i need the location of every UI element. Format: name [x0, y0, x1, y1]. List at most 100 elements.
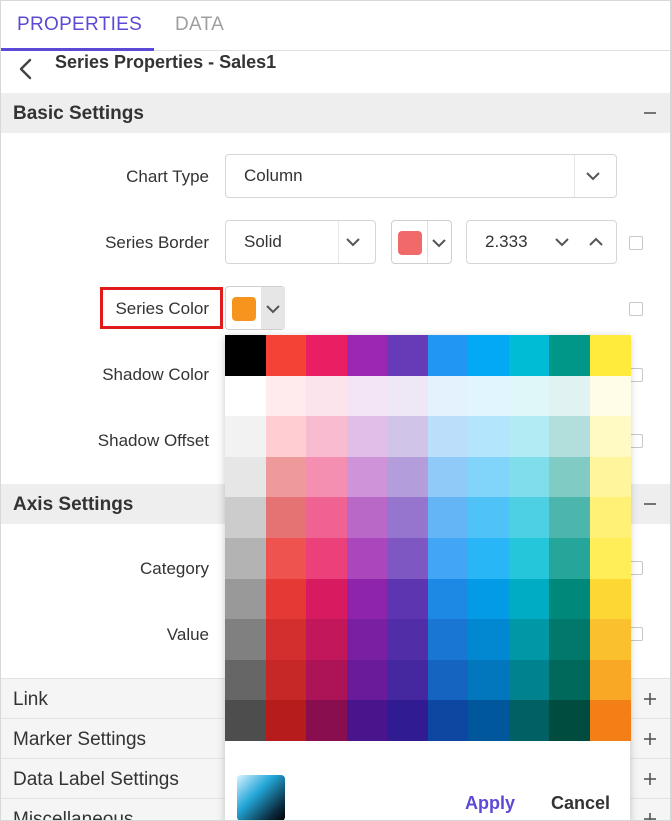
palette-swatch[interactable] [427, 416, 469, 458]
palette-swatch[interactable] [387, 700, 428, 742]
plus-icon[interactable] [642, 771, 658, 787]
palette-swatch[interactable] [225, 416, 266, 458]
palette-swatch[interactable] [306, 578, 347, 620]
palette-swatch[interactable] [508, 538, 550, 579]
palette-swatch[interactable] [549, 456, 590, 498]
palette-swatch[interactable] [346, 497, 388, 539]
palette-swatch[interactable] [468, 659, 509, 701]
custom-color-picker-button[interactable] [237, 775, 285, 820]
plus-icon[interactable] [642, 731, 658, 747]
series-color-checkbox[interactable] [629, 302, 643, 316]
palette-swatch[interactable] [589, 619, 631, 661]
palette-swatch[interactable] [225, 375, 266, 417]
palette-swatch[interactable] [468, 335, 509, 376]
palette-swatch[interactable] [265, 578, 307, 620]
palette-swatch[interactable] [589, 456, 631, 498]
palette-swatch[interactable] [508, 375, 550, 417]
palette-swatch[interactable] [468, 700, 509, 742]
series-color-picker[interactable] [225, 286, 285, 330]
palette-swatch[interactable] [468, 619, 509, 661]
palette-swatch[interactable] [589, 375, 631, 417]
border-color-picker[interactable] [391, 220, 452, 264]
palette-swatch[interactable] [387, 375, 428, 417]
palette-swatch[interactable] [346, 538, 388, 579]
palette-swatch[interactable] [306, 659, 347, 701]
palette-swatch[interactable] [589, 659, 631, 701]
palette-swatch[interactable] [265, 497, 307, 539]
palette-swatch[interactable] [225, 335, 266, 376]
palette-swatch[interactable] [468, 497, 509, 539]
palette-swatch[interactable] [346, 335, 388, 376]
palette-swatch[interactable] [387, 538, 428, 579]
palette-swatch[interactable] [306, 456, 347, 498]
palette-swatch[interactable] [589, 497, 631, 539]
palette-swatch[interactable] [589, 416, 631, 458]
palette-swatch[interactable] [427, 659, 469, 701]
value-checkbox[interactable] [629, 627, 643, 641]
tab-data[interactable]: DATA [159, 1, 240, 51]
palette-swatch[interactable] [225, 497, 266, 539]
palette-swatch[interactable] [508, 700, 550, 742]
chevron-down-icon[interactable] [553, 233, 571, 251]
palette-swatch[interactable] [589, 700, 631, 742]
border-width-stepper[interactable]: 2.333 [466, 220, 617, 264]
chevron-left-icon[interactable] [15, 57, 39, 81]
palette-swatch[interactable] [225, 700, 266, 742]
palette-swatch[interactable] [306, 335, 347, 376]
palette-swatch[interactable] [427, 538, 469, 579]
cancel-button[interactable]: Cancel [551, 793, 610, 814]
palette-swatch[interactable] [387, 456, 428, 498]
apply-button[interactable]: Apply [465, 793, 515, 814]
palette-swatch[interactable] [549, 416, 590, 458]
palette-swatch[interactable] [265, 659, 307, 701]
palette-swatch[interactable] [265, 416, 307, 458]
palette-swatch[interactable] [387, 578, 428, 620]
palette-swatch[interactable] [589, 538, 631, 579]
palette-swatch[interactable] [549, 619, 590, 661]
palette-swatch[interactable] [427, 335, 469, 376]
palette-swatch[interactable] [589, 578, 631, 620]
series-border-checkbox[interactable] [629, 236, 643, 250]
section-basic-settings[interactable]: Basic Settings [1, 93, 670, 133]
palette-swatch[interactable] [387, 497, 428, 539]
palette-swatch[interactable] [225, 538, 266, 579]
palette-swatch[interactable] [549, 375, 590, 417]
palette-swatch[interactable] [225, 578, 266, 620]
palette-swatch[interactable] [427, 456, 469, 498]
plus-icon[interactable] [642, 691, 658, 707]
palette-swatch[interactable] [549, 538, 590, 579]
palette-swatch[interactable] [589, 335, 631, 376]
shadow-offset-checkbox[interactable] [629, 434, 643, 448]
palette-swatch[interactable] [468, 375, 509, 417]
plus-icon[interactable] [642, 811, 658, 821]
palette-swatch[interactable] [549, 497, 590, 539]
palette-swatch[interactable] [427, 497, 469, 539]
palette-swatch[interactable] [265, 619, 307, 661]
chart-type-dropdown[interactable]: Column [225, 154, 617, 198]
minus-icon[interactable] [642, 105, 658, 121]
palette-swatch[interactable] [306, 619, 347, 661]
palette-swatch[interactable] [306, 416, 347, 458]
palette-swatch[interactable] [265, 538, 307, 579]
palette-swatch[interactable] [265, 335, 307, 376]
minus-icon[interactable] [642, 496, 658, 512]
palette-swatch[interactable] [265, 456, 307, 498]
border-style-dropdown[interactable]: Solid [225, 220, 376, 264]
palette-swatch[interactable] [468, 416, 509, 458]
palette-swatch[interactable] [508, 659, 550, 701]
palette-swatch[interactable] [549, 700, 590, 742]
palette-swatch[interactable] [387, 335, 428, 376]
palette-swatch[interactable] [508, 497, 550, 539]
tab-properties[interactable]: PROPERTIES [1, 1, 154, 51]
chevron-up-icon[interactable] [587, 233, 605, 251]
shadow-color-checkbox[interactable] [629, 368, 643, 382]
palette-swatch[interactable] [387, 659, 428, 701]
palette-swatch[interactable] [468, 578, 509, 620]
palette-swatch[interactable] [427, 700, 469, 742]
palette-swatch[interactable] [427, 578, 469, 620]
palette-swatch[interactable] [508, 619, 550, 661]
palette-swatch[interactable] [265, 700, 307, 742]
palette-swatch[interactable] [508, 456, 550, 498]
palette-swatch[interactable] [427, 619, 469, 661]
palette-swatch[interactable] [225, 659, 266, 701]
